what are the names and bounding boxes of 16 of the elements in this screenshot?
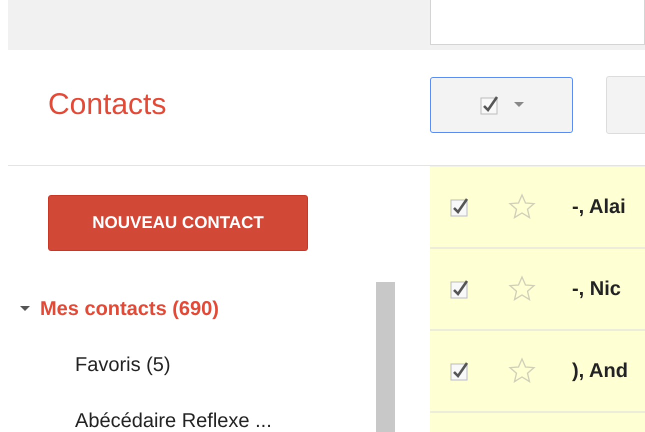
scrollbar-thumb[interactable] (376, 282, 395, 432)
search-field[interactable] (430, 0, 645, 45)
contact-name[interactable]: ), And (572, 360, 628, 382)
star-icon[interactable] (508, 357, 536, 385)
star-icon[interactable] (508, 275, 536, 303)
page-title: Contacts (48, 88, 168, 122)
sidebar-item[interactable]: Favoris (5) (75, 354, 171, 376)
contact-name[interactable]: -, Alai (572, 196, 626, 218)
new-contact-button[interactable]: NOUVEAU CONTACT (48, 195, 308, 251)
caret-down-icon[interactable] (20, 304, 30, 314)
star-icon[interactable] (508, 193, 536, 221)
select-button[interactable] (430, 76, 573, 132)
sidebar-item[interactable]: Abécédaire Reflexe ... (75, 410, 272, 432)
caret-icon (514, 102, 524, 107)
contact-name[interactable]: -, Nic (572, 278, 621, 300)
sidebar-item[interactable]: Mes contacts (690) (40, 298, 219, 320)
